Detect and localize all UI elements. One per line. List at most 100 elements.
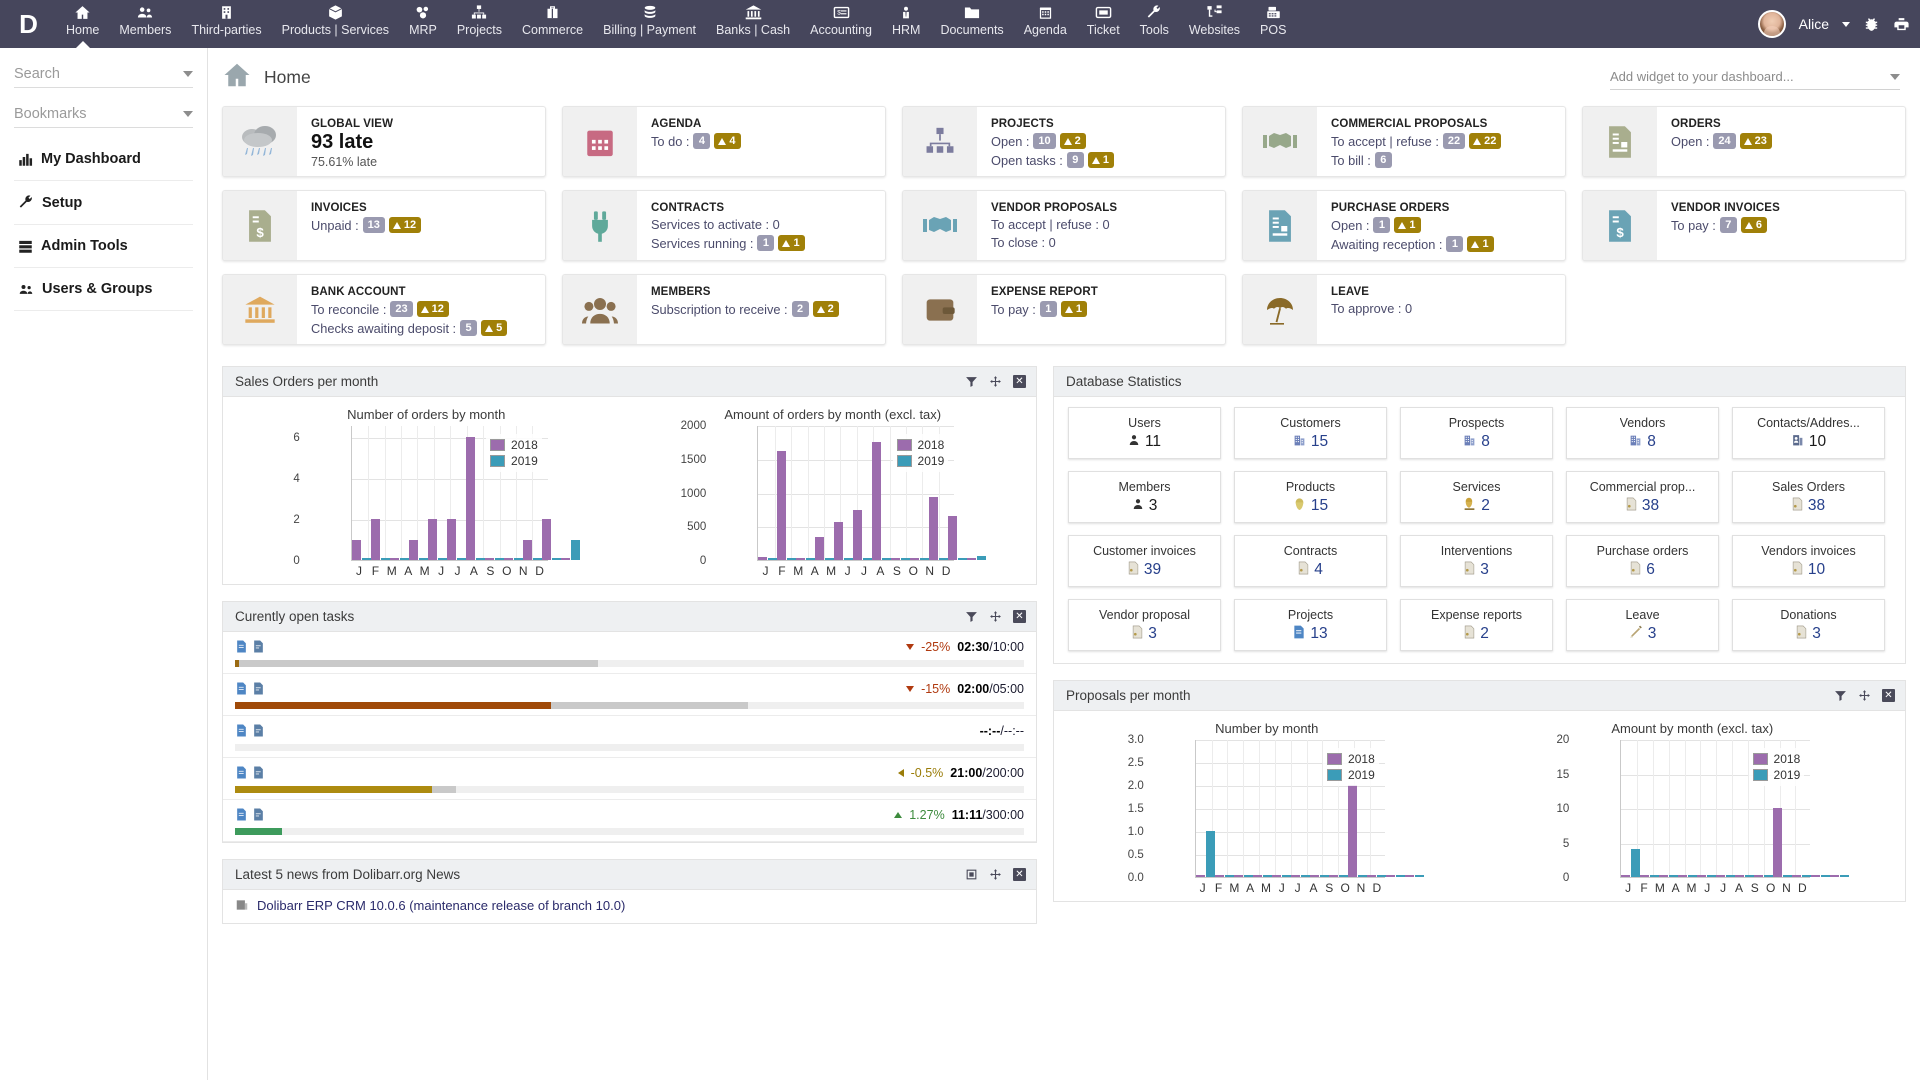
topmenu-item-documents[interactable]: Documents [930,0,1013,48]
bookmarks-select[interactable]: Bookmarks [14,100,193,128]
move-icon[interactable] [1858,689,1871,702]
count-badge[interactable]: 23 [390,301,413,317]
username-label[interactable]: Alice [1799,16,1829,32]
chevron-down-icon[interactable] [183,70,193,77]
count-badge[interactable]: 1 [1039,301,1057,317]
db-stat-projects[interactable]: Projects 13 [1234,599,1387,651]
db-stat-interventions[interactable]: Interventions 3 [1400,535,1553,587]
db-stat-vendors[interactable]: Vendors 8 [1566,407,1719,459]
db-stat-leave[interactable]: Leave 3 [1566,599,1719,651]
warning-badge[interactable]: 12 [388,217,422,233]
card-purchase-orders[interactable]: PURCHASE ORDERS Open :1 1 Awaiting receptio… [1242,190,1566,261]
card-projects[interactable]: PROJECTS Open :10 2 Open tasks :9 1 [902,106,1226,177]
task-row[interactable]: --:--/--:-- [223,716,1036,758]
db-stat-commercial-prop[interactable]: Commercial prop... 38 [1566,471,1719,523]
count-badge[interactable]: 22 [1442,133,1466,149]
topmenu-item-banks-cash[interactable]: Banks | Cash [706,0,800,48]
count-badge[interactable]: 6 [1374,152,1392,168]
topmenu-item-third-parties[interactable]: Third-parties [181,0,271,48]
filter-icon[interactable] [965,610,978,623]
db-stat-services[interactable]: Services 2 [1400,471,1553,523]
card-invoices[interactable]: $ INVOICES Unpaid :13 12 [222,190,546,261]
topmenu-item-agenda[interactable]: Agenda [1014,0,1077,48]
count-badge[interactable]: 2 [791,301,809,317]
sidebar-item-my-dashboard[interactable]: My Dashboard [14,138,193,181]
close-icon[interactable]: ✕ [1882,689,1895,702]
count-badge[interactable]: 13 [362,217,385,233]
topmenu-item-ticket[interactable]: Ticket [1077,0,1130,48]
db-stat-products[interactable]: Products 15 [1234,471,1387,523]
count-badge[interactable]: 1 [757,235,775,251]
count-badge[interactable]: 1 [1446,236,1464,252]
task-row[interactable]: -15% 02:00/05:00 [223,674,1036,716]
warning-badge[interactable]: 22 [1469,133,1502,149]
count-badge[interactable]: 5 [460,320,478,336]
card-vendor-invoices[interactable]: $ VENDOR INVOICES To pay :7 6 [1582,190,1906,261]
db-stat-customers[interactable]: Customers 15 [1234,407,1387,459]
db-stat-expense-reports[interactable]: Expense reports 2 [1400,599,1553,651]
topmenu-item-pos[interactable]: POS [1250,0,1296,48]
topmenu-item-tools[interactable]: Tools [1130,0,1179,48]
card-expense-report[interactable]: EXPENSE REPORT To pay :11 [902,274,1226,345]
card-orders[interactable]: ORDERS Open :24 23 [1582,106,1906,177]
warning-badge[interactable]: 12 [416,301,449,317]
warning-badge[interactable]: 5 [481,320,508,336]
search-input[interactable]: Search [14,60,193,88]
sidebar-item-setup[interactable]: Setup [14,181,193,225]
close-icon[interactable]: ✕ [1013,868,1026,881]
warning-badge[interactable]: 23 [1739,133,1772,149]
topmenu-item-mrp[interactable]: MRP [399,0,447,48]
refresh-icon[interactable] [965,868,978,881]
card-members[interactable]: MEMBERS Subscription to receive :22 [562,274,886,345]
warning-badge[interactable]: 6 [1740,217,1767,233]
db-stat-donations[interactable]: Donations 3 [1732,599,1885,651]
db-stat-purchase-orders[interactable]: Purchase orders 6 [1566,535,1719,587]
db-stat-sales-orders[interactable]: Sales Orders 38 [1732,471,1885,523]
card-contracts[interactable]: CONTRACTS Services to activate : 0 Service… [562,190,886,261]
topmenu-item-websites[interactable]: Websites [1179,0,1250,48]
topmenu-item-home[interactable]: Home [56,0,109,48]
db-stat-customer-invoices[interactable]: Customer invoices 39 [1068,535,1221,587]
card-global-view[interactable]: GLOBAL VIEW 93 late 75.61% late [222,106,546,177]
task-row[interactable]: -25% 02:30/10:00 [223,632,1036,674]
move-icon[interactable] [989,375,1002,388]
topmenu-item-products-services[interactable]: Products | Services [272,0,399,48]
topmenu-item-billing-payment[interactable]: Billing | Payment [593,0,706,48]
app-logo[interactable]: D [0,0,56,48]
print-icon[interactable] [1893,16,1910,33]
bug-icon[interactable] [1863,16,1880,33]
db-stat-users[interactable]: Users 11 [1068,407,1221,459]
db-stat-prospects[interactable]: Prospects 8 [1400,407,1553,459]
db-stat-contracts[interactable]: Contracts 4 [1234,535,1387,587]
sidebar-item-admin-tools[interactable]: Admin Tools [14,225,193,268]
close-icon[interactable]: ✕ [1013,610,1026,623]
news-link[interactable]: Dolibarr ERP CRM 10.0.6 (maintenance rel… [257,898,625,913]
warning-badge[interactable]: 1 [778,235,805,251]
move-icon[interactable] [989,610,1002,623]
db-stat-vendor-proposal[interactable]: Vendor proposal 3 [1068,599,1221,651]
count-badge[interactable]: 24 [1713,133,1736,149]
sidebar-item-users-groups[interactable]: Users & Groups [14,268,193,311]
warning-badge[interactable]: 2 [1059,133,1086,149]
chevron-down-icon[interactable] [1890,73,1900,80]
topmenu-item-members[interactable]: Members [109,0,181,48]
card-commercial-proposals[interactable]: COMMERCIAL PROPOSALS To accept | refuse :… [1242,106,1566,177]
warning-badge[interactable]: 1 [1087,152,1114,168]
card-leave[interactable]: LEAVE To approve : 0 [1242,274,1566,345]
chevron-down-icon[interactable] [1842,21,1850,27]
db-stat-members[interactable]: Members 3 [1068,471,1221,523]
card-agenda[interactable]: AGENDA To do :44 [562,106,886,177]
warning-badge[interactable]: 1 [1394,217,1421,233]
chevron-down-icon[interactable] [183,110,193,117]
card-vendor-proposals[interactable]: VENDOR PROPOSALS To accept | refuse : 0 To… [902,190,1226,261]
task-row[interactable]: -0.5% 21:00/200:00 [223,758,1036,800]
db-stat-contacts-addres[interactable]: Contacts/Addres... 10 [1732,407,1885,459]
topmenu-item-hrm[interactable]: HRM [882,0,930,48]
topmenu-item-commerce[interactable]: Commerce [512,0,593,48]
count-badge[interactable]: 9 [1066,152,1084,168]
warning-badge[interactable]: 1 [1060,301,1087,317]
topmenu-item-projects[interactable]: Projects [447,0,512,48]
avatar[interactable] [1757,10,1786,38]
close-icon[interactable]: ✕ [1013,375,1026,388]
count-badge[interactable]: 10 [1033,133,1056,149]
